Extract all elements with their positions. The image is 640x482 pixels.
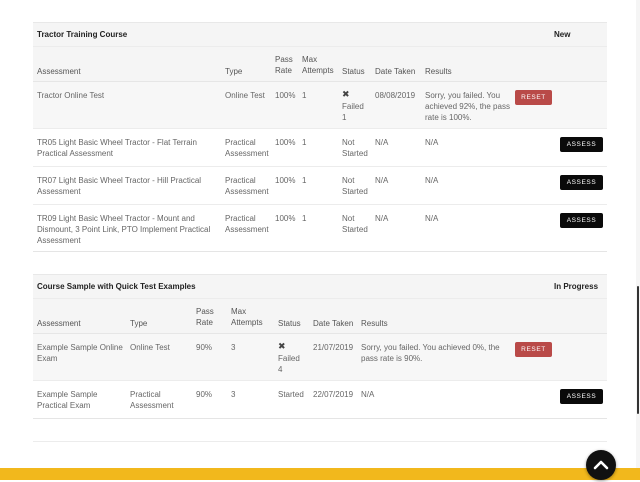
col-type: Type [130, 319, 148, 328]
assess-button[interactable]: ASSESS [560, 137, 603, 152]
col-results: Results [361, 319, 388, 328]
course-status: In Progress [554, 282, 599, 291]
cell-date-taken: N/A [375, 214, 389, 223]
cell-max-attempts: 1 [302, 91, 307, 100]
cell-max-attempts: 1 [302, 138, 307, 147]
course-title: Tractor Training Course [37, 30, 128, 39]
cell-results: N/A [425, 214, 439, 223]
cell-status: Started [278, 390, 304, 399]
footer-bar [0, 468, 640, 480]
course-panel-tractor-training: Tractor Training Course New Assessment T… [33, 22, 607, 252]
cell-assessment: TR09 Light Basic Wheel Tractor - Mount a… [37, 214, 211, 245]
cell-type: Practical Assessment [130, 390, 174, 410]
cell-type: Practical Assessment [225, 176, 269, 196]
course-status: New [554, 30, 571, 39]
col-pass-rate: Pass Rate [196, 307, 214, 327]
reset-button[interactable]: RESET [515, 342, 552, 357]
cell-assessment: TR05 Light Basic Wheel Tractor - Flat Te… [37, 138, 197, 158]
course-title: Course Sample with Quick Test Examples [37, 282, 196, 291]
col-date-taken: Date Taken [313, 319, 354, 328]
cell-pass-rate: 100% [275, 214, 296, 223]
chevron-up-icon [593, 460, 609, 470]
cell-results: Sorry, you failed. You achieved 92%, the… [425, 91, 510, 122]
cell-type: Online Test [225, 91, 265, 100]
col-assessment: Assessment [37, 319, 81, 328]
cell-assessment: Example Sample Practical Exam [37, 390, 98, 410]
assess-button[interactable]: ASSESS [560, 389, 603, 404]
table-header: Assessment Type Pass Rate Max Attempts S… [33, 299, 607, 334]
col-type: Type [225, 67, 243, 76]
cell-date-taken: N/A [375, 138, 389, 147]
table-row: Example Sample Practical Exam Practical … [33, 381, 607, 418]
assess-button[interactable]: ASSESS [560, 213, 603, 228]
col-max-attempts: Max Attempts [302, 55, 334, 75]
cell-type: Practical Assessment [225, 214, 269, 234]
table-row: TR07 Light Basic Wheel Tractor - Hill Pr… [33, 167, 607, 205]
course-header: Tractor Training Course New [33, 22, 607, 47]
cell-results: Sorry, you failed. You achieved 0%, the … [361, 343, 500, 363]
cell-pass-rate: 100% [275, 138, 296, 147]
scrollbar-thumb[interactable] [637, 286, 639, 414]
cell-status: Not Started [342, 176, 368, 196]
reset-button[interactable]: RESET [515, 90, 552, 105]
course-header: Course Sample with Quick Test Examples I… [33, 274, 607, 299]
col-date-taken: Date Taken [375, 67, 416, 76]
cell-date-taken: 21/07/2019 [313, 343, 354, 352]
cell-type: Practical Assessment [225, 138, 269, 158]
cell-pass-rate: 90% [196, 390, 213, 399]
col-status: Status [342, 67, 365, 76]
col-status: Status [278, 319, 301, 328]
table-row: TR09 Light Basic Wheel Tractor - Mount a… [33, 205, 607, 251]
cell-pass-rate: 100% [275, 176, 296, 185]
cell-status: Failed 4 [278, 354, 300, 374]
cell-assessment: TR07 Light Basic Wheel Tractor - Hill Pr… [37, 176, 202, 196]
failed-x-icon: ✖ [342, 89, 350, 99]
course-panel-sample-quick-test: Course Sample with Quick Test Examples I… [33, 274, 607, 419]
cell-assessment: Example Sample Online Exam [37, 343, 123, 363]
cell-status: Failed 1 [342, 102, 364, 122]
col-max-attempts: Max Attempts [231, 307, 263, 327]
cell-max-attempts: 1 [302, 214, 307, 223]
cell-status: Not Started [342, 214, 368, 234]
cell-max-attempts: 3 [231, 390, 236, 399]
table-row: TR05 Light Basic Wheel Tractor - Flat Te… [33, 129, 607, 167]
cell-date-taken: 22/07/2019 [313, 390, 354, 399]
col-results: Results [425, 67, 452, 76]
cell-pass-rate: 100% [275, 91, 296, 100]
divider [33, 441, 607, 442]
cell-max-attempts: 3 [231, 343, 236, 352]
assess-button[interactable]: ASSESS [560, 175, 603, 190]
col-assessment: Assessment [37, 67, 81, 76]
cell-max-attempts: 1 [302, 176, 307, 185]
failed-x-icon: ✖ [278, 341, 286, 351]
cell-pass-rate: 90% [196, 343, 213, 352]
cell-date-taken: 08/08/2019 [375, 91, 416, 100]
cell-status: Not Started [342, 138, 368, 158]
cell-type: Online Test [130, 343, 170, 352]
cell-date-taken: N/A [375, 176, 389, 185]
col-pass-rate: Pass Rate [275, 55, 293, 75]
cell-results: N/A [425, 138, 439, 147]
scroll-to-top-button[interactable] [586, 450, 616, 480]
table-row: Tractor Online Test Online Test 100% 1 ✖… [33, 82, 607, 129]
table-header: Assessment Type Pass Rate Max Attempts S… [33, 47, 607, 82]
cell-results: N/A [425, 176, 439, 185]
table-row: Example Sample Online Exam Online Test 9… [33, 334, 607, 381]
cell-assessment: Tractor Online Test [37, 91, 105, 100]
cell-results: N/A [361, 390, 375, 399]
